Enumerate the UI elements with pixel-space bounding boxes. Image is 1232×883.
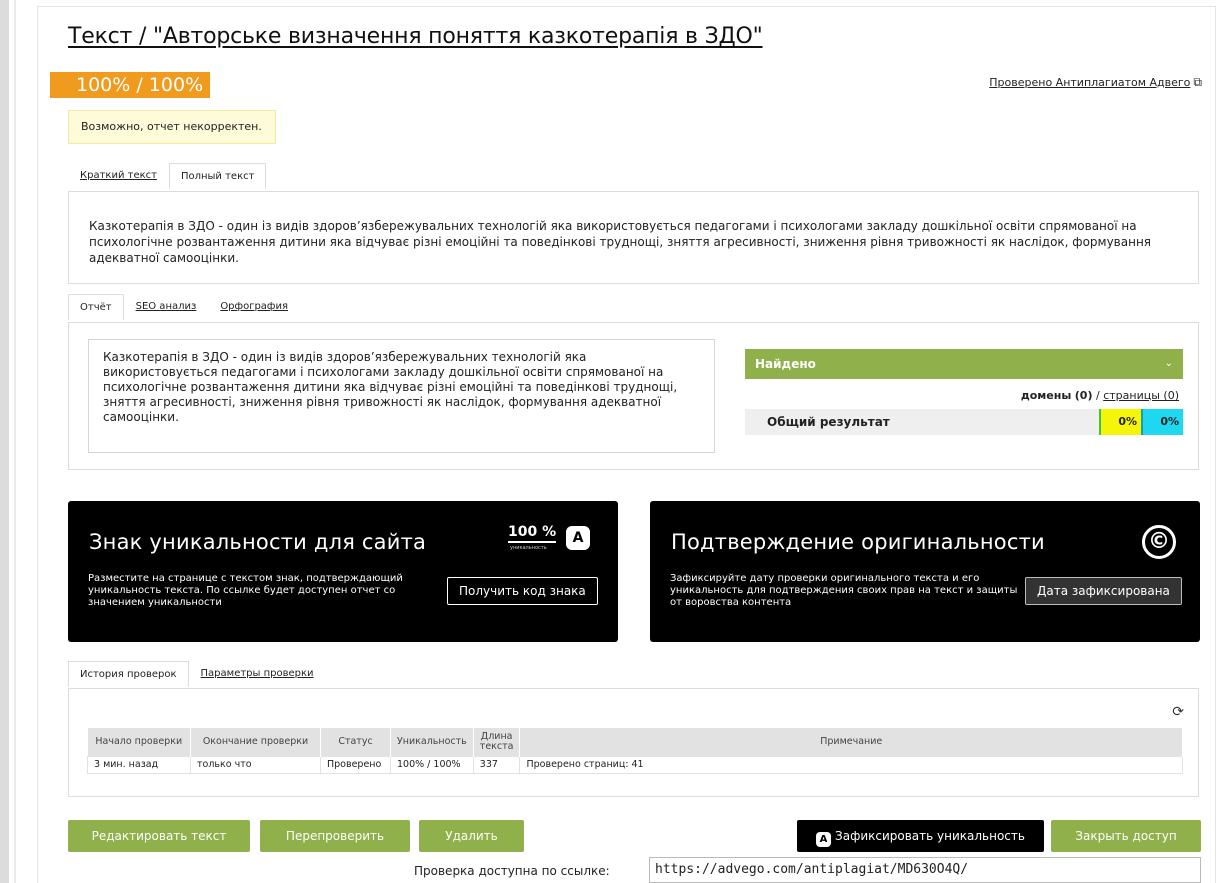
refresh-icon[interactable]: ⟳ — [1172, 704, 1184, 720]
counts-separator: / — [1096, 389, 1100, 402]
copyright-icon: © — [1142, 525, 1176, 559]
fix-uniqueness-button[interactable]: A Зафиксировать уникальность — [797, 820, 1044, 852]
table-header-row: Начало проверки Окончание проверки Стату… — [87, 728, 1183, 756]
edit-text-button[interactable]: Редактировать текст — [68, 820, 250, 852]
checked-by-label[interactable]: Проверено Антиплагиатом Адвего — [989, 76, 1190, 89]
domains-count: (0) — [1074, 389, 1093, 402]
checked-by-link[interactable]: Проверено Антиплагиатом Адвего ⧉ — [989, 75, 1202, 90]
uniqueness-badge-logo: 100 % уникальность A — [506, 524, 596, 554]
history-table: Начало проверки Окончание проверки Стату… — [87, 728, 1183, 774]
share-link-label: Проверка доступна по ссылке: — [414, 864, 610, 878]
tab-check-parameters[interactable]: Параметры проверки — [189, 660, 326, 686]
tab-full-text[interactable]: Полный текст — [168, 163, 267, 189]
close-access-button[interactable]: Закрыть доступ — [1051, 820, 1201, 852]
left-rail-line — [14, 0, 16, 883]
table-row: 3 мин. назад только что Проверено 100% /… — [87, 755, 1183, 774]
col-status: Статус — [320, 728, 391, 756]
get-sign-code-button[interactable]: Получить код знака — [447, 577, 598, 605]
report-panel: Казкотерапія в ЗДО - один із видів здоро… — [68, 322, 1199, 470]
originality-description: Зафиксируйте дату проверки оригинального… — [670, 573, 1018, 608]
uniqueness-sign-description: Разместите на странице с текстом знак, п… — [88, 573, 403, 608]
tab-spelling[interactable]: Орфография — [208, 293, 300, 319]
fix-uniqueness-label[interactable]: Зафиксировать уникальность — [835, 829, 1025, 843]
overall-result-row: Общий результат 0% 0% — [745, 409, 1183, 435]
result-value-b: 0% — [1141, 409, 1183, 435]
cell-status: Проверено — [320, 755, 391, 774]
col-end: Окончание проверки — [190, 728, 321, 756]
uniqueness-score-badge: 100% / 100% — [50, 72, 210, 98]
col-start: Начало проверки — [87, 728, 191, 756]
tab-seo-analysis[interactable]: SEO анализ — [124, 293, 209, 319]
tab-check-history[interactable]: История проверок — [68, 661, 189, 687]
report-tabs: Отчёт SEO анализ Орфография — [68, 293, 300, 320]
uniqueness-sign-title: Знак уникальности для сайта — [89, 530, 427, 554]
badge-caption: уникальность — [510, 545, 547, 551]
col-length: Длина текста — [473, 728, 521, 756]
cell-note: Проверено страниц: 41 — [519, 755, 1183, 774]
full-text-panel: Казкотерапія в ЗДО - один із видів здоро… — [68, 191, 1199, 284]
uniqueness-sign-promo: Знак уникальности для сайта 100 % уникал… — [68, 501, 618, 642]
cell-end: только что — [190, 755, 321, 774]
report-warning: Возможно, отчет некорректен. — [68, 110, 276, 144]
originality-title: Подтверждение оригинальности — [671, 530, 1045, 554]
found-title[interactable]: Найдено — [755, 357, 816, 371]
history-tabs: История проверок Параметры проверки — [68, 660, 326, 687]
left-rail — [0, 0, 9, 883]
badge-percent: 100 % — [508, 524, 557, 543]
result-value-a: 0% — [1099, 409, 1141, 435]
share-link-field[interactable]: https://advego.com/antiplagiat/MD630O4Q/ — [649, 857, 1201, 883]
report-text: Казкотерапія в ЗДО - один із видів здоро… — [88, 339, 715, 453]
found-counts: домены (0) / страницы (0) — [745, 389, 1179, 402]
tab-short-text[interactable]: Краткий текст — [68, 162, 169, 188]
pages-link[interactable]: страницы (0) — [1103, 389, 1179, 402]
advego-logo-icon[interactable]: A — [816, 832, 832, 847]
domains-label[interactable]: домены — [1021, 389, 1071, 402]
page-title: Текст / "Авторське визначення поняття ка… — [68, 24, 763, 49]
external-link-icon[interactable]: ⧉ — [1193, 75, 1202, 90]
cell-uniqueness: 100% / 100% — [390, 755, 474, 774]
advego-logo-icon: A — [566, 526, 590, 550]
found-dropdown[interactable]: Найдено ⌄ — [745, 349, 1183, 379]
originality-promo: Подтверждение оригинальности © Зафиксиру… — [650, 501, 1200, 642]
date-fixed-button[interactable]: Дата зафиксирована — [1025, 577, 1182, 605]
history-panel: ⟳ Начало проверки Окончание проверки Ста… — [68, 688, 1199, 797]
chevron-down-icon[interactable]: ⌄ — [1165, 349, 1173, 379]
text-tabs: Краткий текст Полный текст — [68, 162, 267, 189]
cell-start: 3 мин. назад — [87, 755, 191, 774]
col-uniqueness: Уникальность — [390, 728, 474, 756]
col-note: Примечание — [519, 728, 1183, 756]
delete-button[interactable]: Удалить — [419, 820, 524, 852]
tab-report[interactable]: Отчёт — [68, 294, 124, 320]
cell-length: 337 — [472, 755, 521, 774]
overall-result-label: Общий результат — [767, 415, 890, 429]
recheck-button[interactable]: Перепроверить — [260, 820, 410, 852]
